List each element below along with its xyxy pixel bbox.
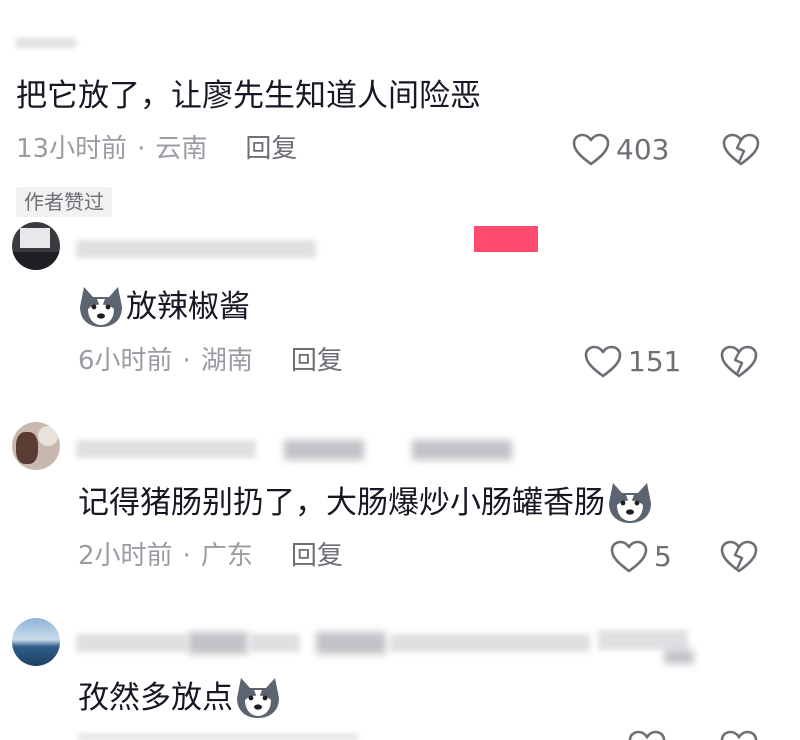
dislike-icon[interactable] <box>720 540 758 574</box>
like-count: 5 <box>654 540 672 573</box>
redacted-username-part <box>412 440 512 460</box>
like-button[interactable]: 403 <box>572 133 669 167</box>
reply-button[interactable]: 回复 <box>291 348 343 374</box>
husky-dog-emoji-icon <box>80 287 122 327</box>
comment-location: 云南 <box>155 134 208 164</box>
heart-icon <box>610 540 648 573</box>
comment-text: 把它放了，让廖先生知道人间险恶 <box>16 78 481 114</box>
comment-location: 广东 <box>200 541 253 571</box>
cut-off-username <box>16 38 76 48</box>
like-count: 403 <box>616 133 670 166</box>
comment-text: 放辣椒酱 <box>126 288 250 325</box>
redacted-username-part <box>316 632 386 654</box>
like-button[interactable]: 151 <box>584 345 681 379</box>
redacted-username-part <box>664 650 694 664</box>
heart-icon <box>584 345 622 378</box>
redacted-mark <box>474 226 538 252</box>
avatar[interactable] <box>12 618 60 666</box>
reply-button[interactable]: 回复 <box>245 136 297 162</box>
reply-button[interactable]: 回复 <box>291 543 343 569</box>
dislike-icon[interactable] <box>720 730 758 740</box>
redacted-username-part <box>250 634 300 652</box>
husky-dog-emoji-icon <box>237 678 279 718</box>
meta-separator: · <box>182 346 191 376</box>
like-count: 151 <box>628 345 682 378</box>
husky-dog-emoji-icon <box>609 483 651 523</box>
redacted-username-part <box>188 632 248 654</box>
comment-text: 记得猪肠别扔了，大肠爆炒小肠罐香肠 <box>78 484 605 521</box>
meta-separator: · <box>182 541 191 571</box>
cut-off-meta-row <box>78 734 358 740</box>
author-liked-badge: 作者赞过 <box>16 187 112 217</box>
meta-separator: · <box>137 134 146 164</box>
dislike-icon[interactable] <box>722 133 760 167</box>
redacted-username <box>76 634 186 652</box>
avatar[interactable] <box>12 422 60 470</box>
comment-text: 孜然多放点 <box>78 679 233 716</box>
redacted-username-part <box>598 630 688 650</box>
redacted-username <box>76 240 316 258</box>
comment-location: 湖南 <box>200 346 253 376</box>
dislike-icon[interactable] <box>720 345 758 379</box>
comment-time: 13小时前 <box>16 134 128 164</box>
heart-icon[interactable] <box>628 730 666 740</box>
redacted-username <box>76 440 256 458</box>
redacted-username-part <box>390 634 590 652</box>
heart-icon <box>572 133 610 166</box>
redacted-username-part <box>284 440 364 460</box>
comment-time: 2小时前 <box>78 541 173 571</box>
like-button[interactable]: 5 <box>610 540 672 574</box>
avatar[interactable] <box>12 222 60 270</box>
comment-time: 6小时前 <box>78 346 173 376</box>
